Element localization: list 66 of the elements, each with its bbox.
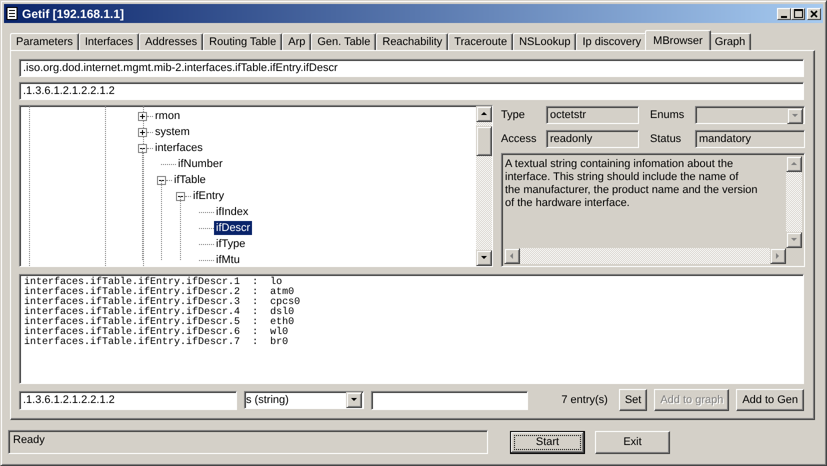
access-field: readonly xyxy=(546,130,639,148)
tab[interactable]: Traceroute xyxy=(448,33,514,50)
status-bar: Ready xyxy=(8,430,488,454)
field-label: Enums xyxy=(650,109,686,121)
tab[interactable]: Ip discovery xyxy=(576,33,648,50)
close-button[interactable] xyxy=(807,8,821,20)
app-icon xyxy=(6,7,18,20)
type-field: octetstr xyxy=(546,106,639,124)
tree-item[interactable]: interfaces xyxy=(153,141,205,155)
tab[interactable]: Arp xyxy=(282,33,312,50)
value-input[interactable] xyxy=(371,390,528,410)
entry-count: 7 entry(s) xyxy=(561,394,608,406)
left-arrow-icon xyxy=(508,252,516,260)
action-button[interactable]: Start xyxy=(510,430,585,454)
collapse-icon[interactable] xyxy=(157,176,166,184)
enums-dropdown[interactable] xyxy=(695,106,805,124)
result-line: interfaces.ifTable.ifEntry.ifDescr.7 : br0 xyxy=(24,338,290,348)
action-button[interactable]: Exit xyxy=(595,430,670,454)
tab[interactable]: Reachability xyxy=(376,33,448,50)
expand-icon[interactable] xyxy=(138,112,147,120)
tree-item[interactable]: ifNumber xyxy=(176,157,225,171)
tab[interactable]: Interfaces xyxy=(78,33,140,50)
field-label: Access xyxy=(501,133,538,145)
minimize-icon xyxy=(781,16,787,18)
maximize-button[interactable] xyxy=(791,8,805,20)
tab[interactable]: Parameters xyxy=(10,33,79,50)
tree-item[interactable]: ifType xyxy=(214,237,248,251)
maximize-icon xyxy=(794,9,802,18)
path-field[interactable]: .iso.org.dod.internet.mgmt.mib-2.interfaces.ifTable.ifEntry.ifDescr xyxy=(19,59,804,77)
scrollbar[interactable] xyxy=(504,248,786,264)
description-text: A textual string containing infomation about the interface. This string should include the name of the manufacturer, the product name and the version of the hardware interface. xyxy=(504,157,759,211)
oid-field[interactable]: .1.3.6.1.2.1.2.2.1.2 xyxy=(19,82,804,100)
tree-item[interactable]: system xyxy=(153,125,192,139)
oid-input[interactable]: .1.3.6.1.2.1.2.2.1.2 xyxy=(19,390,237,410)
close-icon xyxy=(810,10,818,18)
status-field: mandatory xyxy=(695,130,805,148)
tab[interactable]: Gen. Table xyxy=(311,33,376,50)
scrollbar-thumb[interactable] xyxy=(476,126,492,156)
tab[interactable]: Addresses xyxy=(139,33,204,50)
right-arrow-icon xyxy=(774,252,782,260)
tab[interactable]: MBrowser xyxy=(645,30,711,50)
expand-icon[interactable] xyxy=(138,128,147,136)
field-label: Type xyxy=(501,109,526,121)
tree-item[interactable]: ifMtu xyxy=(214,253,242,266)
tree-item[interactable]: ifDescr xyxy=(214,221,252,235)
tree-item[interactable]: ifIndex xyxy=(214,205,250,219)
type-dropdown[interactable]: s (string) xyxy=(244,391,364,409)
action-button[interactable]: Set xyxy=(618,389,648,411)
up-arrow-icon xyxy=(790,160,798,168)
tab[interactable]: NSLookup xyxy=(513,33,576,50)
action-button[interactable]: Add to Gen xyxy=(736,389,804,411)
tab[interactable]: Graph xyxy=(708,33,752,50)
tree-item[interactable]: ifTable xyxy=(172,173,208,187)
collapse-icon[interactable] xyxy=(138,144,147,152)
up-arrow-icon xyxy=(480,110,488,118)
scrollbar[interactable] xyxy=(786,156,802,248)
tree-item[interactable]: rmon xyxy=(153,109,182,123)
tree-item[interactable]: ifEntry xyxy=(191,189,226,203)
window-title: Getif [192.168.1.1] xyxy=(22,6,126,20)
minimize-button[interactable] xyxy=(777,8,791,20)
dropdown-arrow-icon xyxy=(791,112,799,120)
tab[interactable]: Routing Table xyxy=(203,33,282,50)
dropdown-arrow-icon xyxy=(350,396,358,404)
scrollbar[interactable] xyxy=(476,106,492,266)
collapse-icon[interactable] xyxy=(176,192,185,200)
field-label: Status xyxy=(650,133,682,145)
